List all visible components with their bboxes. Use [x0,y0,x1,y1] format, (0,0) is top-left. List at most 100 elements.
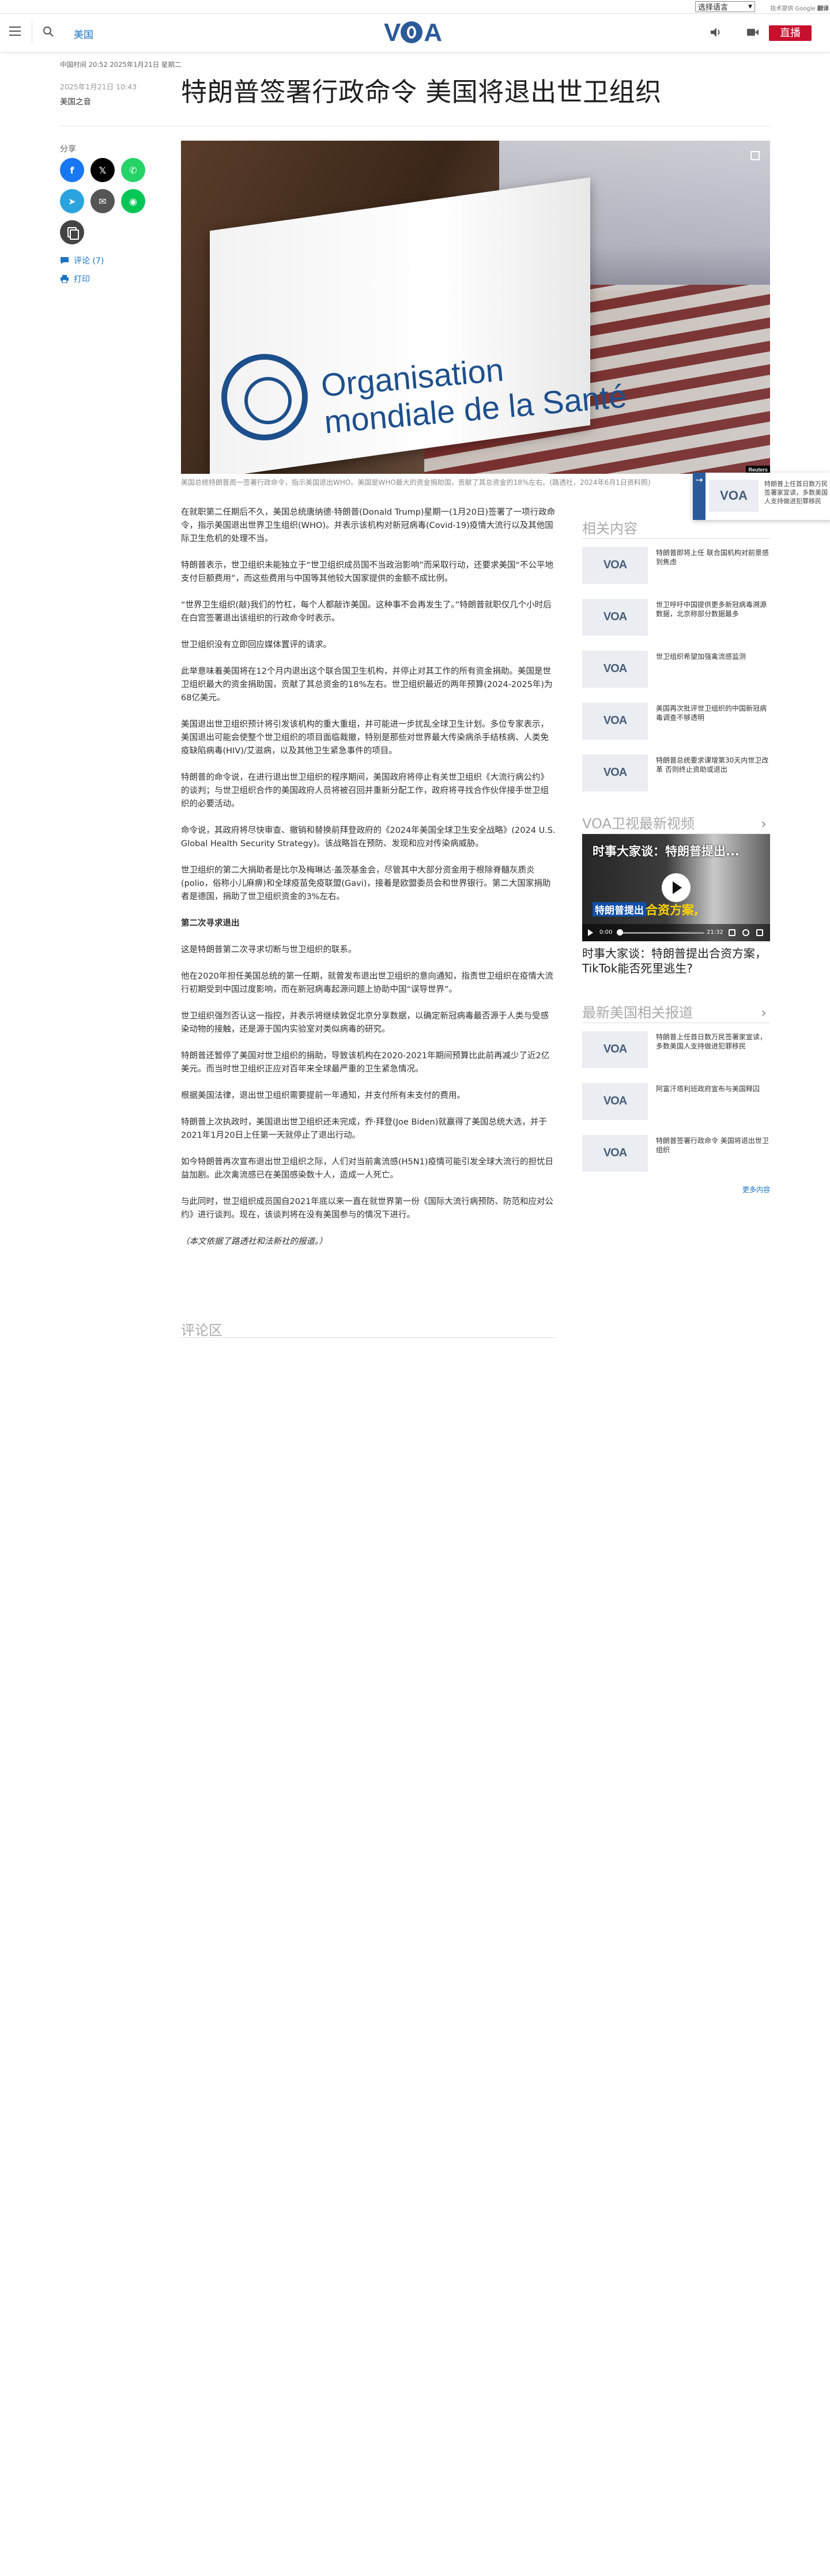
chevron-right-icon: › [761,816,767,832]
fullscreen-video-icon[interactable] [756,929,763,936]
voa-logo[interactable]: VA [384,20,444,46]
print-link[interactable]: 打印 [60,273,90,285]
live-button[interactable]: 直播 [769,25,812,41]
article-paragraph: 在就职第二任期后不久，美国总统唐纳德·特朗普(Donald Trump)星期一(… [181,508,556,544]
rail-item-title[interactable]: 特朗普总统要求课增第30天内世卫改革 否则终止资助或退出 [656,755,770,797]
rail-item-title[interactable]: 特朗普上任首日数万民签署家宣读，多数美国人支持做进犯罪移民 [656,1031,770,1074]
rail-item[interactable]: 特朗普总统要求课增第30天内世卫改革 否则终止资助或退出 [582,755,770,797]
video-title[interactable]: 时事大家谈：特朗普提出合资方案，TikTok能否死里逃生? [582,946,770,976]
floating-promo[interactable]: → VOA 特朗普上任首日数万民签署家宣读，多数美国人支持做进犯罪移民 [693,473,830,520]
chevron-down-icon: ▼ [748,3,752,10]
audio-icon[interactable] [710,27,722,38]
video-overlay-title: 时事大家谈：特朗普提出... [593,844,740,858]
rail-item-thumbnail[interactable] [582,599,648,636]
play-icon[interactable] [662,873,691,902]
rail-item-title[interactable]: 特朗普即将上任 联合国机构对前景感到焦虑 [656,547,770,590]
latest-title[interactable]: 最新美国相关报道 › [582,1003,770,1023]
rail-item-thumbnail[interactable] [582,651,648,688]
article-paragraph: 根据美国法律，退出世卫组织需要提前一年通知，并支付所有未支付的费用。 [181,1091,465,1100]
video-overlay-tag: 特朗普提出 [593,902,646,917]
rail-item-thumbnail[interactable] [582,1031,648,1068]
article-paragraph: 世卫组织强烈否认这一指控，并表示将继续敦促北京分享数据，以确定新冠病毒最否源于人… [181,1012,549,1034]
article-paragraph: 美国退出世卫组织预计将引发该机构的重大重组，并可能进一步扰乱全球卫生计划。多位专… [181,720,549,756]
line-icon[interactable]: ◉ [121,189,145,213]
rail-item-thumbnail[interactable] [582,703,648,740]
publish-date: 2025年1月21日 10:43 [60,82,137,91]
article-paragraph: “世界卫生组织(敲)我们的竹杠，每个人都敲诈美国。这种事不会再发生了。”特朗普就… [181,601,552,623]
translate-powered-prefix: 技术提供 [770,6,794,12]
chevron-right-icon: › [761,1005,767,1021]
print-icon [61,275,69,283]
video-section-title[interactable]: VOA卫视最新视频 › [582,814,770,833]
comments-rule [181,1337,556,1338]
language-select[interactable]: 选择语言 ▼ [695,1,755,12]
volume-icon[interactable] [729,929,735,936]
comments-title: 评论区 [181,1322,222,1338]
article-paragraph: 如今特朗普再次宣布退出世卫组织之际，人们对当前禽流感(H5N1)疫情可能引发全球… [181,1157,554,1180]
translate-suffix: 翻译 [817,6,829,12]
translate-attribution: 技术提供 Google 翻译 [770,3,829,12]
rail-item-title[interactable]: 美国再次批评世卫组织的中国新冠病毒调查不够透明 [656,703,770,745]
article-paragraph: 这是特朗普第二次寻求切断与世卫组织的联系。 [181,945,357,955]
comment-icon [61,257,69,264]
whatsapp-icon[interactable]: ✆ [121,158,145,182]
email-icon[interactable]: ✉ [90,189,115,213]
rail-item-title[interactable]: 世卫组织希望加强禽流感监测 [656,651,746,693]
settings-icon[interactable] [742,929,749,936]
print-link-label: 打印 [74,275,90,284]
latest-title-text: 最新美国相关报道 [582,1005,693,1021]
video-time-current: 0:00 [599,929,613,936]
telegram-icon[interactable]: ➤ [60,189,84,213]
video-progress-bar[interactable] [618,932,704,934]
related-section: 相关内容 特朗普即将上任 联合国机构对前景感到焦虑世卫呼吁中国提供更多新冠病毒溯… [582,519,770,806]
rail-item-thumbnail[interactable] [582,547,648,584]
rail-item[interactable]: 阿富汗塔利班政府宣布与美国释囚 [582,1083,770,1126]
rail-item-title[interactable]: 特朗普签署行政命令 美国将退出世卫组织 [656,1135,770,1178]
translate-bar: 选择语言 ▼ 技术提供 Google 翻译 [0,0,830,14]
video-time-total: 21:32 [707,929,723,936]
rail-item[interactable]: 特朗普上任首日数万民签署家宣读，多数美国人支持做进犯罪移民 [582,1031,770,1074]
video-icon[interactable] [746,27,759,38]
article-paragraph: 特朗普的命令说，在进行退出世卫组织的程序期间，美国政府将停止有关世卫组织《大流行… [181,773,549,809]
article-headline: 特朗普签署行政命令 美国将退出世卫组织 [181,77,662,107]
menu-icon[interactable] [9,27,21,37]
rail-item[interactable]: 美国再次批评世卫组织的中国新冠病毒调查不够透明 [582,703,770,745]
promo-arrow-icon[interactable]: → [693,473,705,520]
comments-link[interactable]: 评论 (7) [60,255,104,266]
rail-item-thumbnail[interactable] [582,755,648,791]
article-paragraph: 与此同时，世卫组织成员国自2021年底以来一直在就世界第一份《国际大流行病预防、… [181,1197,553,1220]
article-paragraph: 特朗普上次执政时，美国退出世卫组织还未完成，乔·拜登(Joe Biden)就赢得… [181,1118,547,1140]
x-icon[interactable]: 𝕏 [90,158,115,182]
article-paragraph: 他在2020年担任美国总统的第一任期，就曾发布退出世卫组织的意向通知，指责世卫组… [181,972,553,994]
section-link[interactable]: 美国 [74,27,93,41]
article-paragraph: 世卫组织没有立即回应媒体置评的请求。 [181,640,331,650]
rail-item-thumbnail[interactable] [582,1135,648,1172]
related-title-text: 相关内容 [582,521,637,537]
rail-item[interactable]: 世卫呼吁中国提供更多新冠病毒溯源数据，北京称部分数据最多 [582,599,770,642]
video-overlay-highlight: 合资方案, [646,903,699,917]
translate-brand: Google [795,6,816,12]
rail-item[interactable]: 特朗普即将上任 联合国机构对前景感到焦虑 [582,547,770,590]
article-subhead: 第二次寻求退出 [181,919,240,928]
rail-item-thumbnail[interactable] [582,1083,648,1120]
copy-link-icon[interactable] [60,220,84,244]
video-progress-knob[interactable] [617,929,623,936]
rail-item[interactable]: 特朗普签署行政命令 美国将退出世卫组织 [582,1135,770,1178]
rail-item[interactable]: 世卫组织希望加强禽流感监测 [582,651,770,693]
facebook-icon[interactable]: f [60,158,84,182]
play-small-icon[interactable] [588,929,593,936]
comments-link-label: 评论 (7) [74,257,104,266]
video-section: VOA卫视最新视频 › 时事大家谈：特朗普提出... 特朗普提出 合资方案, 0… [582,814,770,976]
video-player[interactable]: 时事大家谈：特朗普提出... 特朗普提出 合资方案, 0:00 21:32 [582,834,770,941]
more-link[interactable]: 更多内容 [582,1185,770,1194]
related-title: 相关内容 [582,519,770,538]
promo-text: 特朗普上任首日数万民签署家宣读，多数美国人支持做进犯罪移民 [764,480,828,505]
fullscreen-icon[interactable] [750,151,760,160]
rail-item-title[interactable]: 阿富汗塔利班政府宣布与美国释囚 [656,1083,760,1126]
rail-item-title[interactable]: 世卫呼吁中国提供更多新冠病毒溯源数据，北京称部分数据最多 [656,599,770,642]
byline: 美国之音 [60,97,91,107]
site-header: 美国 VA 直播 [0,14,830,52]
search-icon[interactable] [43,26,54,37]
article-body: 在就职第二任期后不久，美国总统唐纳德·特朗普(Donald Trump)星期一(… [181,506,556,1262]
who-emblem-icon [221,354,308,440]
